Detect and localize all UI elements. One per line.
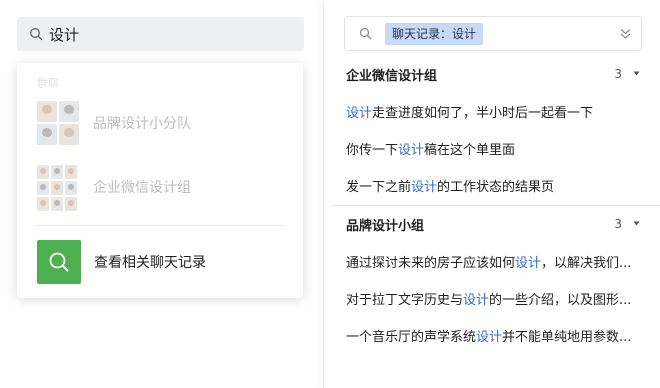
result-group-header[interactable]: 品牌设计小组 3: [346, 214, 641, 234]
result-count: 3: [614, 67, 622, 81]
view-chat-history-label: 查看相关聊天记录: [94, 255, 206, 271]
group-avatar: [37, 101, 79, 145]
search-icon: [359, 27, 372, 40]
result-group-title: 品牌设计小组: [346, 218, 425, 234]
group-result-item[interactable]: 品牌设计小分队: [37, 101, 283, 145]
message-result[interactable]: 一个音乐厅的声学系统设计并不能单纯地用参数...: [346, 326, 636, 345]
search-filter-tag[interactable]: 聊天记录：设计: [385, 22, 484, 45]
caret-down-icon[interactable]: [633, 70, 640, 77]
search-input[interactable]: 设计: [17, 17, 304, 51]
message-result[interactable]: 通过探讨未来的房子应该如何设计，以解决我们...: [346, 252, 636, 271]
search-icon: [30, 28, 43, 41]
message-result[interactable]: 对于拉丁文字历史与设计的一些介绍，以及图形...: [346, 289, 636, 308]
right-pane: 聊天记录：设计 企业微信设计组 3 设计走查进度如何了，半小时后一起看一下 你传…: [323, 0, 660, 388]
divider: [37, 225, 283, 226]
group-avatar: [37, 165, 79, 211]
group-name: 企业微信设计组: [93, 180, 191, 196]
result-count: 3: [614, 217, 622, 231]
double-chevron-down-icon[interactable]: [619, 27, 632, 40]
message-result[interactable]: 设计走查进度如何了，半小时后一起看一下: [346, 102, 636, 121]
section-label: 群聊: [37, 77, 59, 90]
search-value: 设计: [49, 25, 80, 44]
group-name: 品牌设计小分队: [93, 116, 191, 132]
search-icon: [37, 240, 81, 284]
group-divider: [332, 205, 660, 206]
message-result[interactable]: 发一下之前设计的工作状态的结果页: [346, 176, 636, 195]
view-chat-history-button[interactable]: 查看相关聊天记录: [37, 240, 283, 284]
result-group-header[interactable]: 企业微信设计组 3: [346, 64, 641, 84]
message-result[interactable]: 你传一下设计稿在这个单里面: [346, 139, 636, 158]
caret-down-icon[interactable]: [633, 220, 640, 227]
left-pane: 设计 群聊 品牌设计小分队 企业微信设计组 查看相关聊天记录: [0, 0, 323, 388]
chat-search-input[interactable]: 聊天记录：设计: [344, 16, 642, 51]
search-dropdown: 群聊 品牌设计小分队 企业微信设计组 查看相关聊天记录: [17, 63, 303, 298]
result-group-title: 企业微信设计组: [346, 68, 438, 84]
group-result-item[interactable]: 企业微信设计组: [37, 165, 283, 211]
